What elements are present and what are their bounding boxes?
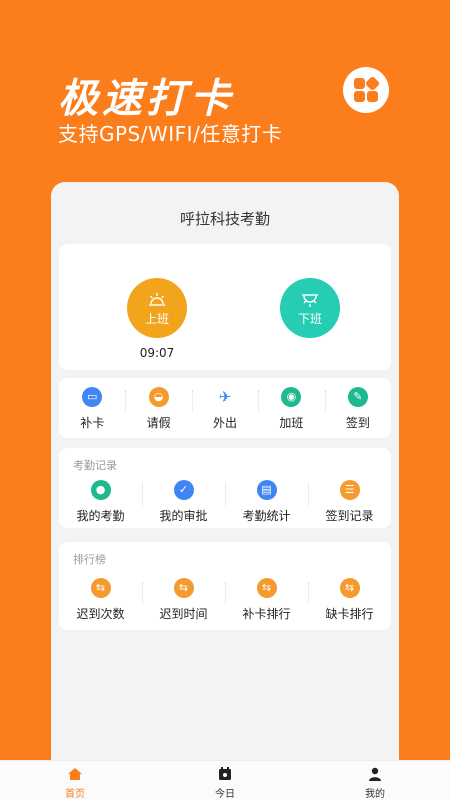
card-icon: ▭ <box>82 387 103 407</box>
grid-menu-icon-square <box>354 91 365 102</box>
approve-icon: ✓ <box>173 480 194 500</box>
records-section-label: 考勤记录 <box>73 459 117 472</box>
company-title: 呼拉科技考勤 <box>179 210 270 228</box>
records-item-my-approval[interactable]: ✓ 我的审批 <box>142 472 225 528</box>
sunset-icon <box>300 292 320 311</box>
tab-home[interactable]: 首页 <box>0 761 150 800</box>
main-sheet: 呼拉科技考勤 上班 09:07 下班 ▭ 补卡 ◒ 请假 ✈ 外出 ◉ 加班 ✎… <box>51 182 399 800</box>
stats-icon: ▤ <box>256 480 277 500</box>
swap-icon: ⇆ <box>173 578 194 598</box>
quick-item-label: 外出 <box>213 416 238 430</box>
check-in-button[interactable]: 上班 <box>127 278 187 338</box>
check-in-label: 上班 <box>144 312 169 326</box>
grid-menu-icon-square <box>367 91 378 102</box>
quick-actions-card: ▭ 补卡 ◒ 请假 ✈ 外出 ◉ 加班 ✎ 签到 <box>59 378 391 438</box>
calendar-icon <box>217 766 233 782</box>
tab-label: 我的 <box>365 789 385 800</box>
quick-item-out[interactable]: ✈ 外出 <box>191 378 258 438</box>
rank-item-late-count[interactable]: ⇆ 迟到次数 <box>59 570 142 626</box>
records-item-label: 签到记录 <box>325 509 374 523</box>
quick-item-leave[interactable]: ◒ 请假 <box>125 378 191 438</box>
list-icon: ☰ <box>339 480 360 500</box>
swap-icon: ⇆ <box>256 578 277 598</box>
check-in-time: 09:07 <box>139 346 175 360</box>
quick-item-sign-in[interactable]: ✎ 签到 <box>324 378 391 438</box>
rank-item-missing[interactable]: ⇆ 缺卡排行 <box>308 570 391 626</box>
hero-subtitle: 支持GPS/WIFI/任意打卡 <box>58 122 283 146</box>
grid-menu-icon-diamond <box>364 75 381 92</box>
rank-item-label: 缺卡排行 <box>325 607 374 621</box>
records-item-label: 我的审批 <box>159 509 208 523</box>
records-item-my-attendance[interactable]: ● 我的考勤 <box>59 472 142 528</box>
quick-item-label: 补卡 <box>80 416 105 430</box>
tab-mine[interactable]: 我的 <box>300 761 450 800</box>
punch-card: 上班 09:07 下班 <box>59 244 391 370</box>
quick-item-overtime[interactable]: ◉ 加班 <box>258 378 324 438</box>
hero-title: 极速打卡 <box>58 76 234 122</box>
car-icon: ◒ <box>148 387 169 407</box>
bottom-tab-bar: 首页 今日 我的 <box>0 760 450 800</box>
tab-today[interactable]: 今日 <box>150 761 300 800</box>
records-item-label: 考勤统计 <box>242 509 291 523</box>
profile-icon <box>367 766 383 782</box>
rank-item-label: 补卡排行 <box>242 607 291 621</box>
records-item-label: 我的考勤 <box>76 509 125 523</box>
quick-item-label: 加班 <box>279 416 304 430</box>
quick-item-bu-ka[interactable]: ▭ 补卡 <box>59 378 125 438</box>
check-out-button[interactable]: 下班 <box>280 278 340 338</box>
tab-label: 今日 <box>215 789 235 800</box>
home-icon <box>67 766 83 782</box>
quick-item-label: 签到 <box>345 416 370 430</box>
person-icon: ● <box>90 480 111 500</box>
pen-icon: ✎ <box>347 387 368 407</box>
rank-item-label: 迟到次数 <box>76 607 125 621</box>
swap-icon: ⇆ <box>339 578 360 598</box>
tab-label: 首页 <box>65 789 85 800</box>
records-item-sign-log[interactable]: ☰ 签到记录 <box>308 472 391 528</box>
plane-icon: ✈ <box>218 388 232 406</box>
ranking-card: 排行榜 ⇆ 迟到次数 ⇆ 迟到时间 ⇆ 补卡排行 ⇆ 缺卡排行 <box>59 542 391 630</box>
grid-menu-icon <box>354 78 365 89</box>
records-card: 考勤记录 ● 我的考勤 ✓ 我的审批 ▤ 考勤统计 ☰ 签到记录 <box>59 448 391 528</box>
rank-item-late-time[interactable]: ⇆ 迟到时间 <box>142 570 225 626</box>
check-out-label: 下班 <box>297 312 322 326</box>
swap-icon: ⇆ <box>90 578 111 598</box>
grid-menu-button[interactable] <box>343 67 389 113</box>
records-item-stats[interactable]: ▤ 考勤统计 <box>225 472 308 528</box>
sunrise-icon <box>147 292 167 311</box>
rank-item-label: 迟到时间 <box>159 607 208 621</box>
rank-item-bu-ka[interactable]: ⇆ 补卡排行 <box>225 570 308 626</box>
user-icon: ◉ <box>281 387 302 407</box>
ranking-section-label: 排行榜 <box>73 553 106 566</box>
quick-item-label: 请假 <box>146 416 171 430</box>
